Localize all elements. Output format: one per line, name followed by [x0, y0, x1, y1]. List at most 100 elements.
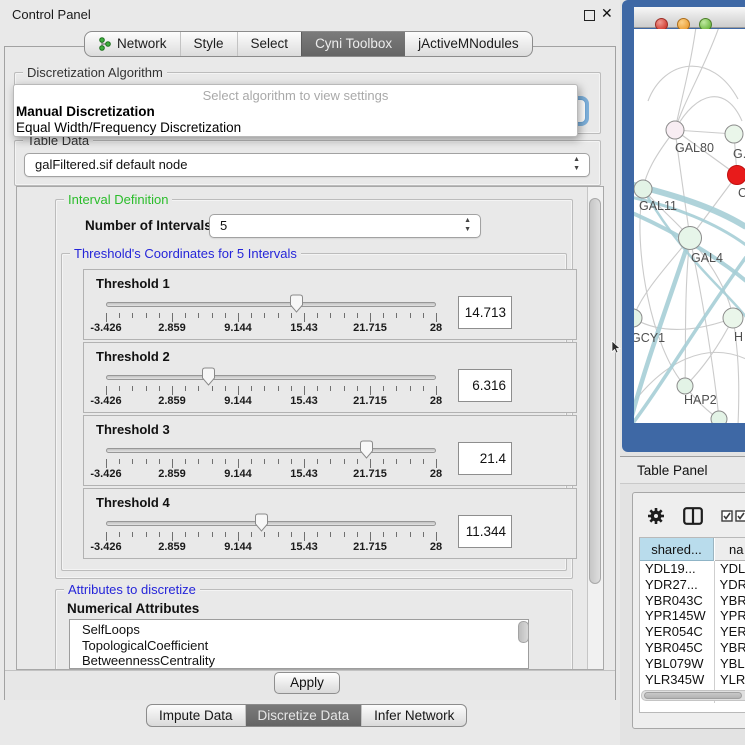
network-node[interactable]	[634, 180, 652, 198]
screen: Control Panel ✕ Network Style Select Cyn…	[0, 0, 745, 745]
slider-tick	[146, 386, 147, 391]
dropdown-option-manual-discretization[interactable]: Manual Discretization	[14, 104, 577, 120]
control-panel-tabbar: Network Style Select Cyni Toolbox jActiv…	[84, 31, 533, 57]
table-row[interactable]: YPR145WYPR1	[640, 608, 745, 624]
table-row[interactable]: YLR345WYLR3	[640, 672, 745, 688]
tab-select[interactable]: Select	[237, 32, 302, 56]
network-node[interactable]	[677, 378, 693, 394]
table-cell: YBR043C	[640, 593, 714, 609]
network-node[interactable]	[723, 308, 743, 328]
settings-vertical-scrollbar-thumb[interactable]	[589, 198, 601, 584]
slider-tick	[159, 386, 160, 391]
table-horizontal-scrollbar[interactable]	[641, 690, 745, 701]
column-header-name[interactable]: na	[715, 538, 745, 561]
threshold-3-panel: Threshold 3 -3.4262.8599.14415.4321.7152…	[83, 415, 577, 486]
table-cell: YLR3	[714, 672, 745, 688]
attribute-list-item[interactable]: SelfLoops	[82, 622, 528, 638]
dropdown-option-equal-width-frequency[interactable]: Equal Width/Frequency Discretization	[14, 120, 577, 136]
table-row[interactable]: YER054CYER0	[640, 624, 745, 640]
slider-tick	[106, 313, 107, 322]
table-row[interactable]: YBR045CYBR0	[640, 640, 745, 656]
table-settings-gear-icon[interactable]	[647, 507, 665, 525]
slider-tick	[198, 459, 199, 464]
apply-button[interactable]: Apply	[274, 672, 340, 694]
slider-tick	[330, 459, 331, 464]
threshold-3-value-field[interactable]: 21.4	[458, 442, 512, 475]
slider-tick	[146, 459, 147, 464]
tab-impute-data[interactable]: Impute Data	[147, 705, 245, 726]
threshold-2-slider-thumb[interactable]	[201, 367, 216, 386]
tab-infer-network[interactable]: Infer Network	[361, 705, 466, 726]
table-rows[interactable]: YDL19...YDL1YDR27...YDR2YBR043CYBR0YPR14…	[640, 561, 745, 703]
attribute-list-item[interactable]: TopologicalCoefficient	[82, 638, 528, 654]
network-window-titlebar[interactable]	[634, 7, 745, 28]
tab-network[interactable]: Network	[85, 32, 180, 56]
slider-tick	[251, 386, 252, 391]
slider-tick	[383, 313, 384, 318]
network-node[interactable]	[634, 309, 642, 327]
number-of-intervals-combobox[interactable]: 5 ▲▼	[209, 214, 481, 238]
attributes-list-scrollbar[interactable]	[518, 621, 529, 643]
slider-tick	[317, 459, 318, 464]
tab-jactivemnodules[interactable]: jActiveMNodules	[405, 32, 532, 56]
slider-tick	[238, 459, 239, 468]
table-data-combobox[interactable]: galFiltered.sif default node ▲▼	[24, 153, 590, 177]
slider-tick	[225, 459, 226, 464]
column-visibility-icon[interactable]	[683, 507, 703, 525]
threshold-4-slider-thumb[interactable]	[254, 513, 269, 532]
slider-tick	[119, 313, 120, 318]
network-node-label: HAP2	[684, 393, 717, 407]
network-node[interactable]	[666, 121, 684, 139]
slider-tick	[410, 459, 411, 464]
slider-tick	[278, 313, 279, 318]
tab-cyni-toolbox[interactable]: Cyni Toolbox	[301, 32, 405, 56]
threshold-4-value-field[interactable]: 11.344	[458, 515, 512, 548]
tab-style[interactable]: Style	[180, 32, 237, 56]
network-node[interactable]	[679, 227, 702, 250]
close-window-icon[interactable]: ✕	[601, 5, 613, 22]
slider-tick	[330, 532, 331, 537]
slider-tick	[251, 313, 252, 318]
slider-tick	[357, 459, 358, 464]
table-panel-titlebar: Table Panel	[620, 456, 745, 484]
slider-tick	[185, 459, 186, 464]
threshold-2-value-field[interactable]: 6.316	[458, 369, 512, 402]
slider-tick	[396, 313, 397, 318]
threshold-2-slider-track[interactable]	[106, 375, 436, 380]
slider-tick	[304, 313, 305, 322]
threshold-1-panel: Threshold 1 -3.4262.8599.14415.4321.7152…	[83, 269, 577, 340]
attribute-list-item[interactable]: BetweennessCentrality	[82, 653, 528, 669]
threshold-3-slider-thumb[interactable]	[359, 440, 374, 459]
column-header-shared-name[interactable]: shared...	[640, 538, 714, 561]
slider-tick	[185, 532, 186, 537]
network-node[interactable]	[725, 125, 743, 143]
slider-tick	[132, 386, 133, 391]
slider-tick	[198, 532, 199, 537]
slider-tick-label: 21.715	[353, 395, 387, 407]
threshold-1-slider-track[interactable]	[106, 302, 436, 307]
network-node[interactable]	[728, 166, 745, 185]
table-horizontal-scrollbar-thumb[interactable]	[644, 692, 742, 699]
network-canvas[interactable]: GAL80G.CGAL11GAL4GCY1HHAP2	[634, 29, 745, 423]
select-rows-checkboxes-icon[interactable]	[721, 510, 745, 522]
threshold-3-slider-track[interactable]	[106, 448, 436, 453]
threshold-1-slider-thumb[interactable]	[289, 294, 304, 313]
threshold-4-slider-track[interactable]	[106, 521, 436, 526]
slider-tick	[238, 386, 239, 395]
threshold-1-value-field[interactable]: 14.713	[458, 296, 512, 329]
network-edge	[643, 130, 675, 189]
slider-tick-label: 2.859	[158, 395, 186, 407]
slider-tick-label: 28	[430, 322, 442, 334]
network-node[interactable]	[711, 411, 727, 423]
table-row[interactable]: YDL19...YDL1	[640, 561, 745, 577]
slider-tick	[172, 459, 173, 468]
table-row[interactable]: YBL079WYBL0	[640, 656, 745, 672]
numerical-attributes-list[interactable]: SelfLoopsTopologicalCoefficientBetweenne…	[69, 619, 529, 669]
slider-tick	[370, 313, 371, 322]
table-row[interactable]: YDR27...YDR2	[640, 577, 745, 593]
float-window-icon[interactable]	[584, 10, 595, 21]
table-row[interactable]: YBR043CYBR0	[640, 593, 745, 609]
network-edge	[675, 29, 696, 130]
slider-tick-label: 15.43	[290, 322, 318, 334]
tab-discretize-data[interactable]: Discretize Data	[245, 705, 362, 726]
